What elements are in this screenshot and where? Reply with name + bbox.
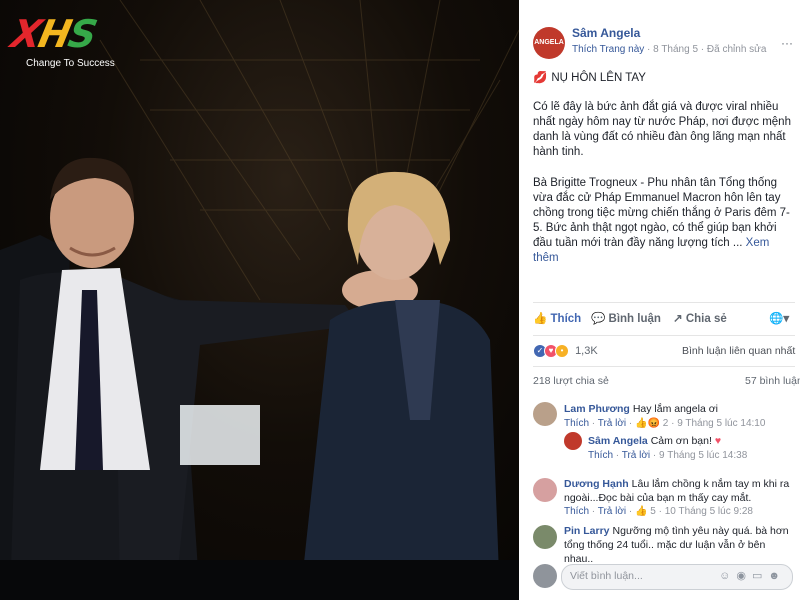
divider <box>533 302 795 303</box>
heart-icon: ♥ <box>714 435 722 447</box>
post-panel: ANGELA Sâm Angela Thích Trang này · 8 Th… <box>519 0 800 600</box>
comment-icon: 💬 <box>591 313 606 325</box>
comment-input[interactable]: Viết bình luận... ☺◉▭☻ <box>561 564 793 590</box>
logo-letters: XHS <box>7 12 99 56</box>
comment-reply-link[interactable]: Trả lời <box>598 506 626 517</box>
comment-button[interactable]: 💬 Bình luận <box>591 311 661 325</box>
couple-photo <box>0 157 519 600</box>
share-count[interactable]: 218 lượt chia sẻ <box>533 375 609 387</box>
avatar[interactable] <box>564 432 582 450</box>
post-photo[interactable]: XHS Change To Success <box>0 0 519 600</box>
post-date[interactable]: 8 Tháng 5 <box>653 44 698 55</box>
headline-text: NỤ HÔN LÊN TAY <box>551 72 646 84</box>
comment-body: Lam Phương Hay lắm angela ơi <box>564 402 794 416</box>
avatar[interactable] <box>533 402 557 426</box>
comment-reply-link[interactable]: Trả lời <box>622 450 650 461</box>
like-page-link[interactable]: Thích Trang này <box>572 44 644 55</box>
emoji-icon[interactable]: ☺ <box>719 570 736 582</box>
edited-label[interactable]: Đã chỉnh sửa <box>707 44 767 55</box>
divider <box>533 335 795 336</box>
commenter-name[interactable]: Lam Phương <box>564 403 630 415</box>
xhs-logo: XHS Change To Success <box>7 12 126 74</box>
comment-placeholder: Viết bình luận... <box>570 570 643 582</box>
avatar <box>533 564 557 588</box>
audience-selector[interactable]: 🌐▾ <box>769 311 789 325</box>
share-icon: ↗ <box>673 313 683 325</box>
avatar[interactable] <box>533 525 557 549</box>
post-meta: Thích Trang này · 8 Tháng 5 · Đã chỉnh s… <box>572 44 766 55</box>
sad-reaction-icon: • <box>555 344 569 358</box>
comment-meta: Thích · Trả lời · 9 Tháng 5 lúc 14:38 <box>588 450 748 461</box>
camera-icon[interactable]: ◉ <box>736 570 752 582</box>
comment-like-link[interactable]: Thích <box>588 450 613 461</box>
avatar[interactable] <box>533 478 557 502</box>
gif-icon[interactable]: ▭ <box>752 570 768 582</box>
comment-meta: Thích · Trả lời · 👍😡 2 · 9 Tháng 5 lúc 1… <box>564 418 766 429</box>
comment-body: Pin Larry Ngưỡng mộ tình yêu này quá. bà … <box>564 524 794 566</box>
relevant-comments-dropdown[interactable]: Bình luận liên quan nhất <box>682 345 795 357</box>
divider <box>533 366 795 367</box>
share-button[interactable]: ↗ Chia sẻ <box>673 311 727 325</box>
comment-count[interactable]: 57 bình luận <box>745 375 800 387</box>
reaction-summary[interactable]: ✓ ♥ • 1,3K <box>533 344 598 358</box>
commenter-name[interactable]: Pin Larry <box>564 525 610 537</box>
comment-reaction-count: 2 <box>662 418 669 429</box>
comment-time[interactable]: 9 Tháng 5 lúc 14:10 <box>677 418 765 429</box>
reaction-icons: 👍😡 <box>635 418 660 429</box>
like-button[interactable]: 👍 Thích <box>533 311 581 325</box>
reaction-icons: 👍 <box>635 506 648 517</box>
comment-like-link[interactable]: Thích <box>564 418 589 429</box>
comment-reaction-count: 5 <box>650 506 656 517</box>
sticker-icon[interactable]: ☻ <box>768 570 786 582</box>
reaction-count: 1,3K <box>575 344 598 357</box>
comment-reply-link[interactable]: Trả lời <box>598 418 626 429</box>
like-label: Thích <box>550 313 582 325</box>
post-paragraph-2: Bà Brigitte Trogneux - Phu nhân tân Tổng… <box>533 176 795 266</box>
more-options-icon[interactable]: ··· <box>781 36 793 50</box>
commenter-name[interactable]: Dương Hạnh <box>564 478 629 490</box>
comment-time[interactable]: 10 Tháng 5 lúc 9:28 <box>665 506 753 517</box>
page-avatar[interactable]: ANGELA <box>533 27 565 59</box>
lips-icon: 💋 <box>533 72 548 84</box>
comment-text: Cảm ơn bạn! <box>650 435 712 447</box>
commenter-name[interactable]: Sâm Angela <box>588 435 648 447</box>
comment-text: Hay lắm angela ơi <box>632 403 718 415</box>
composer-icons: ☺◉▭☻ <box>719 569 786 582</box>
reply-body: Sâm Angela Cảm ơn bạn! ♥ <box>588 434 788 448</box>
post-headline: 💋 NỤ HÔN LÊN TAY <box>533 70 646 84</box>
comment-label: Bình luận <box>608 313 661 325</box>
post-paragraph-1: Có lẽ đây là bức ảnh đắt giá và được vir… <box>533 101 791 158</box>
comment-meta: Thích · Trả lời · 👍 5 · 10 Tháng 5 lúc 9… <box>564 506 753 517</box>
chevron-down-icon: ▾ <box>783 313 790 325</box>
share-label: Chia sẻ <box>685 313 727 325</box>
logo-tagline: Change To Success <box>26 58 115 69</box>
action-bar: 👍 Thích 💬 Bình luận ↗ Chia sẻ 🌐▾ <box>533 311 795 329</box>
comment-like-link[interactable]: Thích <box>564 506 589 517</box>
globe-icon: 🌐 <box>769 313 784 325</box>
comment-time[interactable]: 9 Tháng 5 lúc 14:38 <box>659 450 747 461</box>
comment-body: Dương Hạnh Lâu lắm chồng k nắm tay m khi … <box>564 477 794 505</box>
thumbs-up-icon: 👍 <box>533 313 548 325</box>
page-name-link[interactable]: Sâm Angela <box>572 26 640 40</box>
